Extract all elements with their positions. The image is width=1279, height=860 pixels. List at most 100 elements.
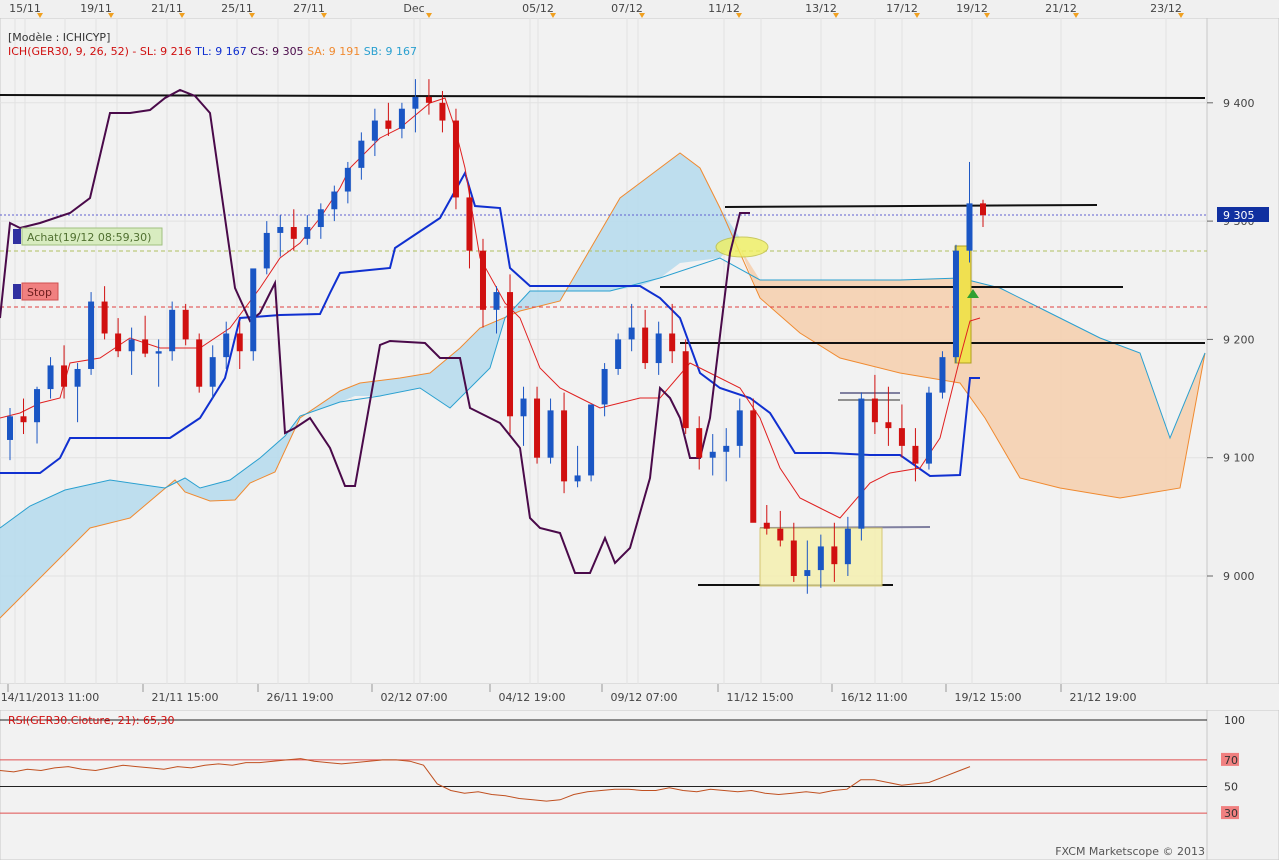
bottom-date-label: 04/12 19:00 (499, 691, 566, 704)
candle-bear (696, 428, 703, 458)
candle-bear (115, 333, 122, 352)
top-date-label: 05/12 (522, 2, 554, 15)
ichimoku-info: ICH(GER30, 9, 26, 52) - SL: 9 216 TL: 9 … (8, 45, 417, 58)
candle-bull (74, 368, 81, 387)
candle-bull (398, 108, 405, 129)
rsi-level-label: 70 (1224, 754, 1238, 767)
y-tick-label: 9 400 (1223, 97, 1255, 110)
top-date-label: 23/12 (1150, 2, 1182, 15)
rsi-panel[interactable]: RSI(GER30.Cloture, 21): 65,30 100 70 50 30 (0, 710, 1279, 860)
top-date-label: 25/11 (221, 2, 253, 15)
top-date-label: 21/11 (151, 2, 183, 15)
candle-bull (804, 570, 811, 576)
top-date-label: 19/11 (80, 2, 112, 15)
rsi-level-label: 50 (1224, 781, 1238, 794)
candle-bull (736, 410, 743, 446)
candle-bear (871, 398, 878, 423)
candle-bull (858, 398, 865, 529)
candle-bull (493, 292, 500, 310)
candle-bull (209, 357, 216, 387)
sl-value: SL: 9 216 (139, 45, 192, 58)
bottom-date-label: 11/12 15:00 (727, 691, 794, 704)
candle-bull (709, 451, 716, 458)
candle-bull (304, 227, 311, 239)
rsi-level-label: 100 (1224, 714, 1245, 727)
stop-label: Stop (27, 286, 52, 299)
bottom-date-label: 16/12 11:00 (841, 691, 908, 704)
current-price-badge: 9 305 (1223, 209, 1255, 222)
candle-bear (61, 365, 68, 387)
candle-bull (966, 203, 973, 251)
candle-bull (277, 227, 284, 233)
candle-bull (939, 357, 946, 393)
top-date-label: 11/12 (708, 2, 740, 15)
y-tick-label: 9 100 (1223, 452, 1255, 465)
top-date-label: 27/11 (293, 2, 325, 15)
candle-bear (750, 410, 757, 523)
candle-bull (601, 368, 608, 405)
footer-credit: FXCM Marketscope © 2013 (1055, 845, 1205, 858)
bottom-date-label: 09/12 07:00 (611, 691, 678, 704)
candle-bull (47, 365, 54, 390)
ich-label: ICH(GER30, 9, 26, 52) - (8, 45, 137, 58)
candle-bear (898, 428, 905, 446)
top-date-label: Dec (403, 2, 424, 15)
candle-bear (142, 339, 149, 354)
candle-bear (642, 327, 649, 364)
candle-bear (425, 96, 432, 103)
bottom-date-label: 02/12 07:00 (381, 691, 448, 704)
tl-value: TL: 9 167 (195, 45, 247, 58)
cs-value: CS: 9 305 (250, 45, 304, 58)
price-chart[interactable]: Achat(19/12 08:59,30) Stop (0, 18, 1215, 684)
buy-marker-icon (13, 229, 21, 244)
candle-bull (155, 351, 162, 354)
top-date-label: 15/11 (9, 2, 41, 15)
bottom-date-label: 14/11/2013 11:00 (1, 691, 100, 704)
rsi-level-label: 30 (1224, 807, 1238, 820)
candle-bear (534, 398, 541, 458)
model-label: [Modèle : ICHICYP] (8, 31, 111, 44)
candle-bear (831, 546, 838, 565)
bottom-date-axis: 14/11/2013 11:00 21/11 15:00 26/11 19:00 02… (1, 684, 1136, 704)
top-date-label: 17/12 (886, 2, 918, 15)
candle-bull (7, 416, 13, 440)
candle-bull (371, 120, 378, 141)
candle-bear (182, 309, 189, 340)
top-date-axis: 15/11 19/11 21/11 25/11 27/11 Dec 05/12 07/12 11… (0, 0, 1215, 18)
top-date-label: 13/12 (805, 2, 837, 15)
top-date-label: 07/12 (611, 2, 643, 15)
candle-bear (682, 351, 689, 429)
bottom-date-label: 21/11 15:00 (152, 691, 219, 704)
candle-bull (128, 339, 135, 352)
candle-bear (669, 333, 676, 352)
candle-bull (263, 232, 270, 269)
bottom-date-label: 26/11 19:00 (267, 691, 334, 704)
candle-bull (344, 167, 351, 192)
rsi-label: RSI(GER30.Cloture, 21): 65,30 (8, 714, 175, 727)
candle-bear (885, 422, 892, 429)
candle-bull (358, 140, 365, 168)
buy-label: Achat(19/12 08:59,30) (27, 231, 151, 244)
top-date-label: 19/12 (956, 2, 988, 15)
candle-bull (250, 268, 257, 352)
stop-marker-icon (13, 284, 21, 299)
candle-bull (412, 96, 419, 109)
candle-bull (331, 191, 338, 210)
candle-bear (196, 339, 203, 387)
candle-bear (236, 333, 243, 352)
candle-bull (925, 392, 932, 464)
candle-bear (452, 120, 459, 198)
candle-bear (479, 250, 486, 310)
candle-bull (817, 546, 824, 571)
candle-bull (655, 333, 662, 364)
candle-bull (547, 410, 554, 458)
candle-bear (912, 445, 919, 464)
candle-bull (952, 250, 959, 358)
candle-bear (790, 540, 797, 576)
candle-bear (507, 292, 514, 417)
candle-bear (290, 227, 297, 239)
candle-bull (520, 398, 527, 417)
price-axis: 9 0009 1009 2009 3009 400 9 305 (1207, 18, 1279, 684)
candle-bull (844, 528, 851, 565)
candle-bear (20, 416, 27, 423)
